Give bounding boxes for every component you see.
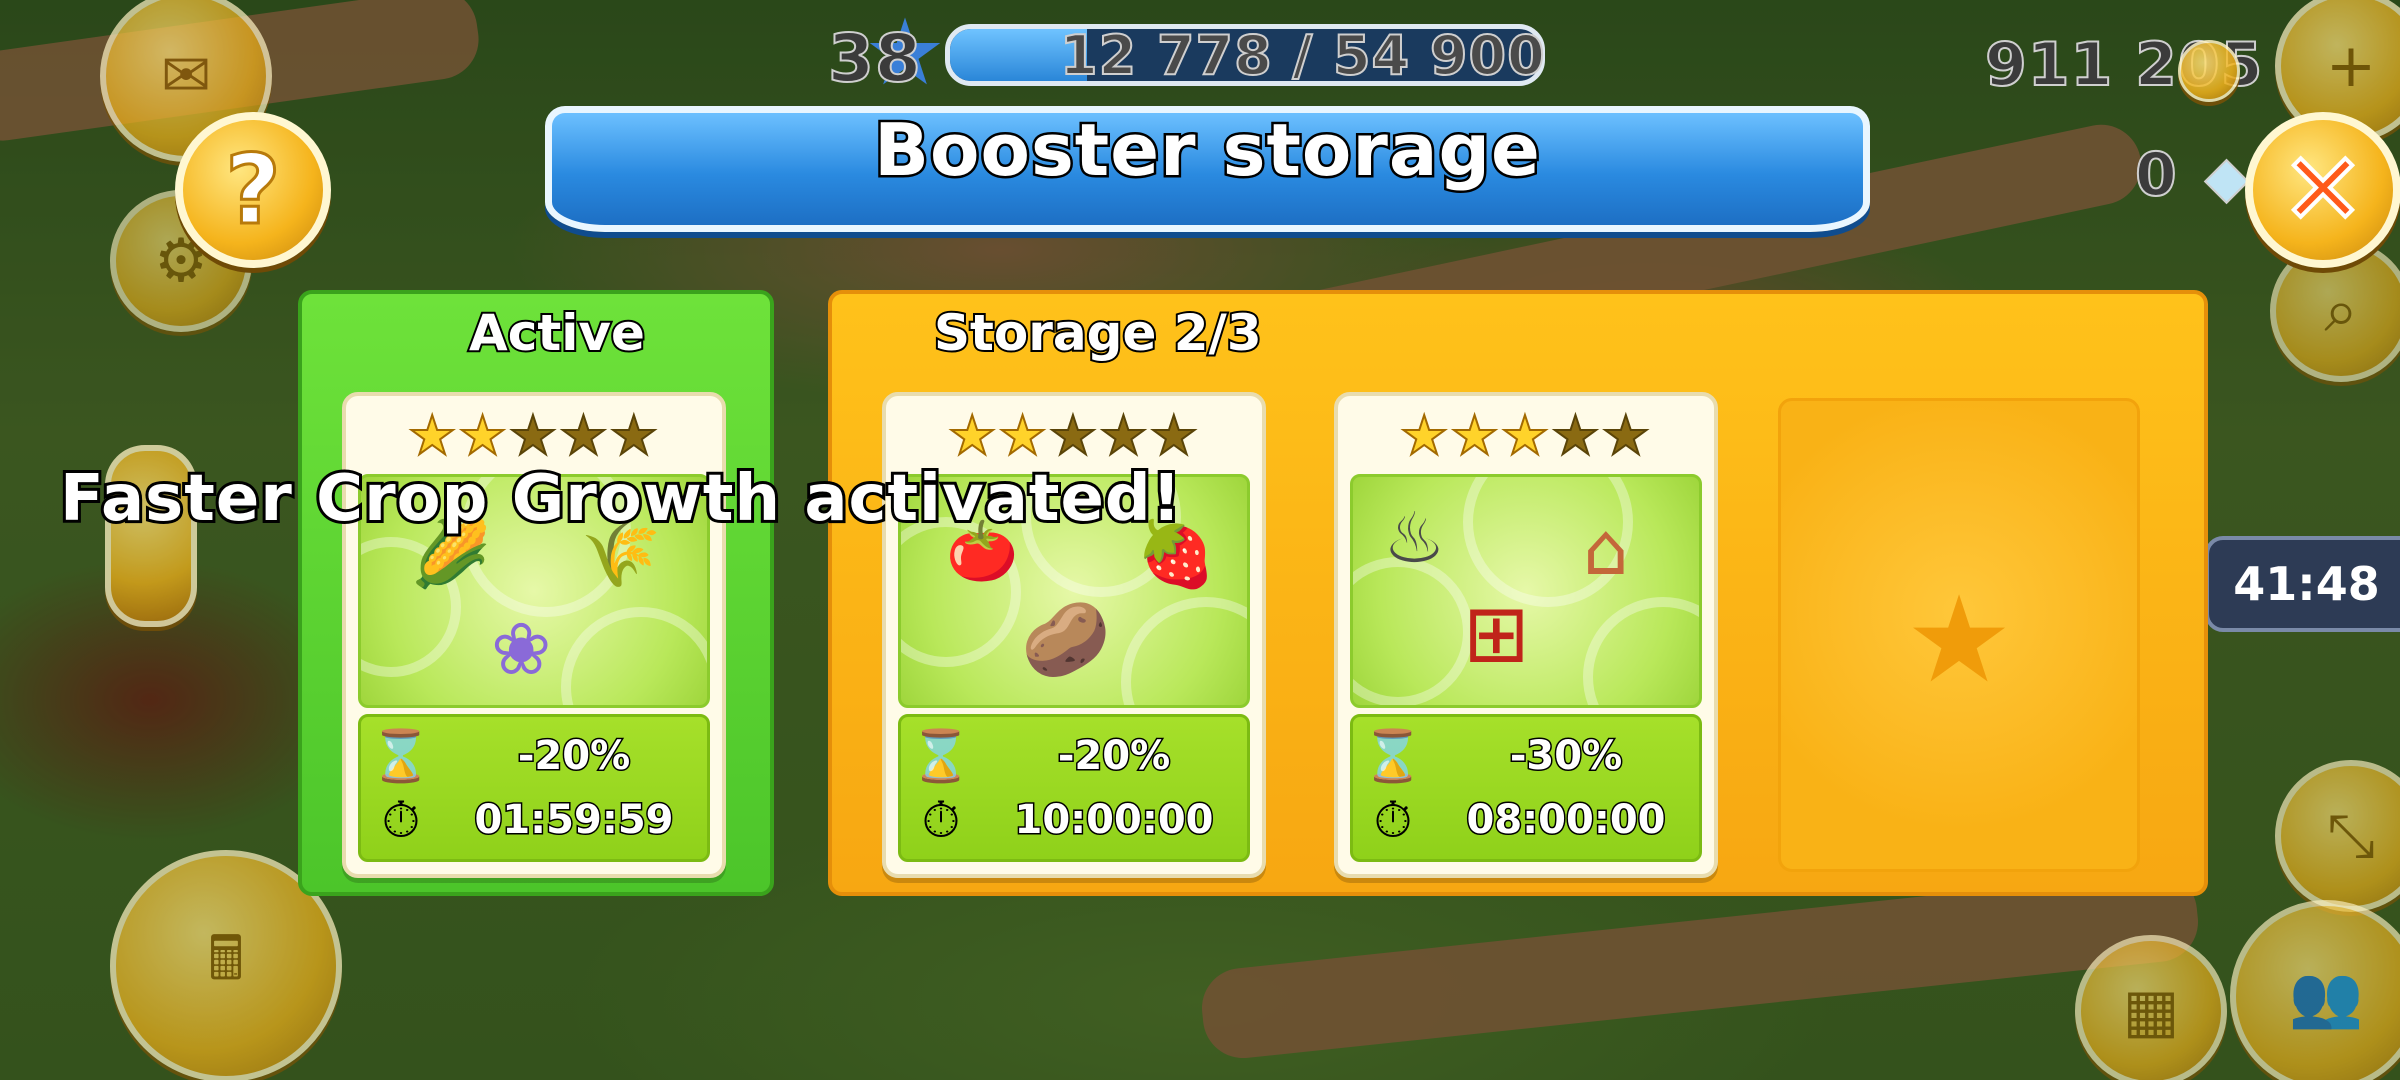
- timer-badge: 41:48: [2205, 536, 2400, 632]
- diamond-icon: ◆: [2204, 144, 2250, 211]
- star-filled-icon: ★: [947, 403, 999, 468]
- question-mark-icon: ?: [224, 133, 283, 248]
- active-label: Active: [467, 302, 647, 364]
- star-empty-icon: ★: [1550, 403, 1602, 468]
- level-number: 38: [827, 19, 922, 98]
- star-filled-icon: ★: [1500, 403, 1552, 468]
- help-button[interactable]: ?: [175, 112, 331, 268]
- hourglass-icon: ⌛: [1361, 726, 1425, 785]
- activation-toast: Faster Crop Growth activated!: [57, 459, 1184, 539]
- booster-info: ⌛ -30% ⏱ 08:00:00: [1350, 714, 1702, 862]
- diamond-count: 0: [2134, 139, 2178, 211]
- star-empty-icon: ★: [609, 403, 661, 468]
- booster-effect: -20%: [516, 732, 631, 781]
- booster-time: 01:59:59: [473, 796, 675, 845]
- xp-text: 12 778 / 54 900: [1059, 23, 1546, 88]
- lavender-icon: ❀: [491, 607, 552, 691]
- dialog-title: Booster storage: [872, 106, 1543, 195]
- star-empty-icon: ★: [1149, 403, 1201, 468]
- star-empty-icon: ★: [1048, 403, 1100, 468]
- star-filled-icon: ★: [407, 403, 459, 468]
- empty-storage-slot[interactable]: ★: [1778, 398, 2140, 872]
- booster-stars: ★★★★★: [886, 403, 1262, 468]
- loom-icon: ⊞: [1463, 587, 1531, 680]
- close-icon: ✕: [2279, 131, 2367, 248]
- hourglass-icon: ⌛: [909, 726, 973, 785]
- star-filled-icon: ★: [457, 403, 509, 468]
- star-empty-icon: ★: [558, 403, 610, 468]
- booster-art: ♨ ⊞ ⌂: [1350, 474, 1702, 708]
- booster-effect: -30%: [1508, 732, 1623, 781]
- booster-info: ⌛ -20% ⏱ 01:59:59: [358, 714, 710, 862]
- potato-icon: 🥔: [1021, 597, 1111, 681]
- booster-card-stored-2[interactable]: ★★★★★ ♨ ⊞ ⌂ ⌛ -30% ⏱ 08:00:00: [1334, 392, 1718, 878]
- cards-icon[interactable]: ▦: [2075, 935, 2227, 1080]
- booster-info: ⌛ -20% ⏱ 10:00:00: [898, 714, 1250, 862]
- booster-stars: ★★★★★: [1338, 403, 1714, 468]
- star-filled-icon: ★: [997, 403, 1049, 468]
- stove-icon: ♨: [1383, 497, 1446, 579]
- dialog-ribbon: Booster storage: [525, 100, 1890, 250]
- stopwatch-icon: ⏱: [1373, 790, 1413, 849]
- star-filled-icon: ★: [1399, 403, 1451, 468]
- close-button[interactable]: ✕: [2245, 112, 2400, 268]
- star-empty-icon: ★: [1601, 403, 1653, 468]
- kiln-icon: ⌂: [1583, 507, 1629, 591]
- coin-icon: [2178, 40, 2240, 102]
- storage-label: Storage 2/3: [932, 302, 1264, 364]
- star-filled-icon: ★: [1449, 403, 1501, 468]
- game-scene: ✉ ⚙ 🖩 ★ 38 12 778 / 54 900 911 205 + 0 ◆…: [0, 0, 2400, 1080]
- stopwatch-icon: ⏱: [381, 790, 421, 849]
- booster-time: 08:00:00: [1465, 796, 1667, 845]
- stopwatch-icon: ⏱: [921, 790, 961, 849]
- hourglass-icon: ⌛: [369, 726, 433, 785]
- star-empty-icon: ★: [1098, 403, 1150, 468]
- booster-time: 10:00:00: [1013, 796, 1215, 845]
- star-icon: ★: [1905, 571, 2013, 710]
- booster-effect: -20%: [1056, 732, 1171, 781]
- booster-stars: ★★★★★: [346, 403, 722, 468]
- star-empty-icon: ★: [508, 403, 560, 468]
